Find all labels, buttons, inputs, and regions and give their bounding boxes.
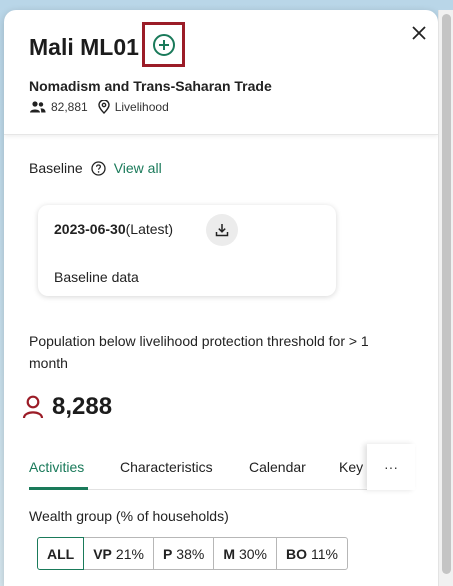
type-meta: Livelihood	[98, 100, 169, 114]
tab-characteristics[interactable]: Characteristics	[120, 459, 213, 475]
baseline-label: Baseline	[29, 160, 83, 176]
tab-activities[interactable]: Activities	[29, 459, 84, 475]
wealth-group-label: Wealth group (% of households)	[29, 508, 229, 524]
help-circle-icon	[91, 160, 106, 176]
add-button[interactable]	[142, 22, 185, 67]
threshold-value: 8,288	[52, 393, 113, 420]
close-icon	[412, 26, 426, 40]
more-tabs-button[interactable]: ···	[367, 444, 415, 490]
panel-scrollbar[interactable]	[438, 10, 453, 586]
help-button[interactable]	[91, 160, 106, 176]
region-details-panel: Mali ML01 Nomadism and Trans-Saharan Tra…	[4, 10, 438, 586]
page-title: Mali ML01	[29, 34, 139, 60]
people-icon	[30, 101, 46, 113]
tab-key[interactable]: Key	[339, 459, 363, 475]
chip-code: M	[223, 545, 235, 562]
zone-subtitle: Nomadism and Trans-Saharan Trade	[29, 78, 272, 94]
panel-header: Mali ML01 Nomadism and Trans-Saharan Tra…	[4, 10, 438, 135]
wealth-chip-all[interactable]: ALL	[37, 537, 85, 570]
type-label: Livelihood	[114, 100, 169, 114]
latest-tag: (Latest)	[125, 221, 174, 237]
baseline-data-label: Baseline data	[54, 269, 139, 285]
chip-value: 30%	[238, 545, 268, 562]
baseline-date: 2023-06-30	[54, 221, 126, 237]
chip-value: 38%	[176, 545, 205, 562]
baseline-row: Baseline View all	[29, 160, 162, 176]
chip-code: ALL	[47, 545, 75, 562]
tab-calendar[interactable]: Calendar	[249, 459, 306, 475]
baseline-card[interactable]: 2023-06-30(Latest) Baseline data	[38, 205, 336, 296]
view-all-link[interactable]: View all	[114, 160, 162, 176]
scrollbar-thumb[interactable]	[442, 14, 451, 574]
wealth-chip-vp[interactable]: VP 21%	[83, 537, 154, 570]
wealth-group-filter: ALL VP 21% P 38% M 30% BO 11%	[37, 537, 348, 570]
wealth-chip-m[interactable]: M 30%	[213, 537, 278, 570]
threshold-value-row: 8,288	[22, 393, 112, 421]
close-button[interactable]	[408, 22, 430, 44]
chip-code: VP	[93, 545, 112, 562]
chip-code: BO	[286, 545, 308, 562]
chip-code: P	[162, 545, 173, 562]
wealth-chip-p[interactable]: P 38%	[152, 537, 215, 570]
chip-value: 11%	[311, 545, 338, 562]
tab-bar: Activities Characteristics Calendar Key …	[29, 444, 415, 490]
download-button[interactable]	[206, 214, 238, 246]
location-pin-icon	[98, 100, 110, 114]
plus-circle-icon	[152, 33, 175, 56]
population-meta: 82,881	[29, 100, 88, 114]
zone-meta: 82,881 Livelihood	[29, 100, 179, 114]
chip-value: 21%	[115, 545, 144, 562]
threshold-description: Population below livelihood protection t…	[29, 333, 369, 371]
wealth-chip-bo[interactable]: BO 11%	[276, 537, 348, 570]
active-tab-indicator	[29, 487, 88, 490]
person-icon	[22, 395, 44, 419]
baseline-date-line: 2023-06-30(Latest)	[54, 221, 173, 237]
population-count: 82,881	[51, 100, 88, 114]
download-icon	[215, 224, 229, 237]
